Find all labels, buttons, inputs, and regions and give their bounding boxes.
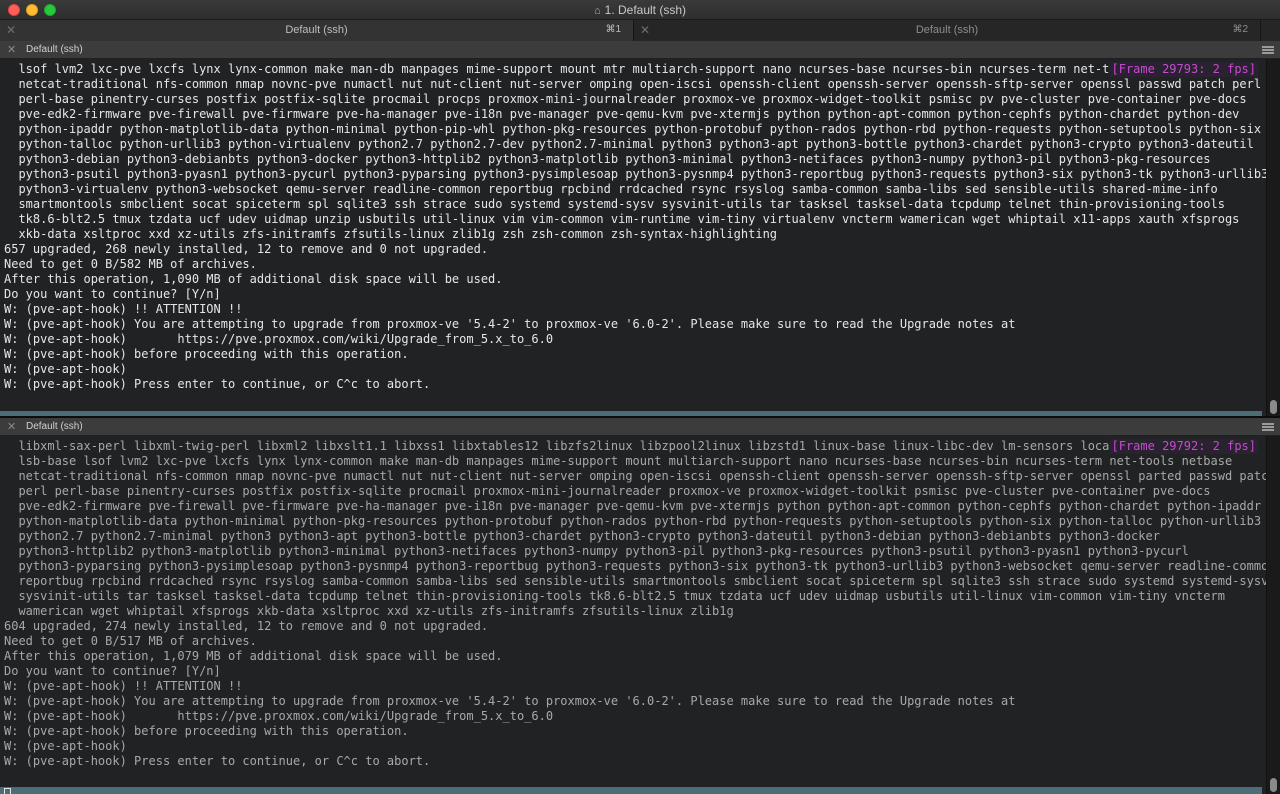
terminal-line: python-ipaddr python-matplotlib-data pyt… xyxy=(4,122,1262,136)
tab-shortcut: ⌘2 xyxy=(1232,24,1248,35)
scrollbar-thumb[interactable] xyxy=(1270,778,1277,792)
tab-bar-spacer xyxy=(1260,20,1280,41)
terminal-line: W: (pve-apt-hook) https://pve.proxmox.co… xyxy=(4,332,554,346)
terminal-line: lsof lvm2 lxc-pve lxcfs lynx lynx-common… xyxy=(4,62,1132,76)
terminal-line: python2.7 python2.7-minimal python3 pyth… xyxy=(4,529,1160,543)
terminal-line: W: (pve-apt-hook) before proceeding with… xyxy=(4,724,409,738)
terminal-line: W: (pve-apt-hook) !! ATTENTION !! xyxy=(4,302,243,316)
terminal-line: tk8.6-blt2.5 tmux tzdata ucf udev uidmap… xyxy=(4,212,1240,226)
session-pane-bottom[interactable]: ✕ Default (ssh) libxml-sax-perl libxml-t… xyxy=(0,418,1280,794)
terminal-line: python3-virtualenv python3-websocket qem… xyxy=(4,182,1218,196)
terminal-line: wamerican wget whiptail xfsprogs xkb-dat… xyxy=(4,604,734,618)
home-icon: ⌂ xyxy=(593,5,601,17)
terminal-line: W: (pve-apt-hook) You are attempting to … xyxy=(4,317,1016,331)
terminal-lines: libxml-sax-perl libxml-twig-perl libxml2… xyxy=(4,439,1266,769)
terminal-line: W: (pve-apt-hook) xyxy=(4,739,127,753)
terminal-line: W: (pve-apt-hook) You are attempting to … xyxy=(4,694,1016,708)
frame-rate-badge: [Frame 29792: 2 fps] xyxy=(1109,439,1258,454)
terminal-line: python3-httplib2 python3-matplotlib pyth… xyxy=(4,544,1189,558)
window-title: ⌂ 1. Default (ssh) xyxy=(0,3,1280,17)
terminal-line: 657 upgraded, 268 newly installed, 12 to… xyxy=(4,242,489,256)
terminal-line: Need to get 0 B/517 MB of archives. xyxy=(4,634,257,648)
terminal-output[interactable]: lsof lvm2 lxc-pve lxcfs lynx lynx-common… xyxy=(0,59,1266,416)
terminal-lines: lsof lvm2 lxc-pve lxcfs lynx lynx-common… xyxy=(4,62,1266,392)
terminal-line: python-talloc python-urllib3 python-virt… xyxy=(4,137,1254,151)
frame-rate-badge: [Frame 29793: 2 fps] xyxy=(1109,62,1258,77)
terminal-line: pve-edk2-firmware pve-firewall pve-firmw… xyxy=(4,499,1262,513)
terminal-line: Do you want to continue? [Y/n] xyxy=(4,287,221,301)
terminal-line: W: (pve-apt-hook) before proceeding with… xyxy=(4,347,409,361)
terminal-line: netcat-traditional nfs-common nmap novnc… xyxy=(4,469,1266,483)
session-header: ✕ Default (ssh) xyxy=(0,418,1280,436)
cursor-line xyxy=(0,787,1262,794)
session-pane-top[interactable]: ✕ Default (ssh) lsof lvm2 lxc-pve lxcfs … xyxy=(0,41,1280,416)
tab-label: Default (ssh) xyxy=(915,24,979,36)
tab-shortcut: ⌘1 xyxy=(605,24,621,35)
session-title: Default (ssh) xyxy=(26,44,83,55)
tab-bar: ✕ Default (ssh) ⌘1 ✕ Default (ssh) ⌘2 xyxy=(0,20,1280,41)
terminal-line: After this operation, 1,090 MB of additi… xyxy=(4,272,503,286)
terminal-line: perl perl-base pinentry-curses postfix p… xyxy=(4,484,1211,498)
tab-label: Default (ssh) xyxy=(285,24,348,36)
terminal-line: W: (pve-apt-hook) https://pve.proxmox.co… xyxy=(4,709,554,723)
terminal-line: lsb-base lsof lvm2 lxc-pve lxcfs lynx ly… xyxy=(4,454,1233,468)
terminal-line: python3-psutil python3-pyasn1 python3-py… xyxy=(4,167,1266,181)
terminal-line: python3-pyparsing python3-pysimplesoap p… xyxy=(4,559,1266,573)
terminal-line: libxml-sax-perl libxml-twig-perl libxml2… xyxy=(4,439,1132,453)
terminal-line: xkb-data xsltproc xxd xz-utils zfs-initr… xyxy=(4,227,778,241)
session-title: Default (ssh) xyxy=(26,421,83,432)
terminal-line: W: (pve-apt-hook) Press enter to continu… xyxy=(4,377,431,391)
terminal-line: python3-debian python3-debianbts python3… xyxy=(4,152,1211,166)
window-titlebar: ⌂ 1. Default (ssh) xyxy=(0,0,1280,20)
session-menu-icon[interactable] xyxy=(1262,423,1274,431)
tab-1[interactable]: ✕ Default (ssh) ⌘1 xyxy=(0,20,633,41)
terminal-line: W: (pve-apt-hook) xyxy=(4,362,127,376)
terminal-line: perl-base pinentry-curses postfix postfi… xyxy=(4,92,1247,106)
window-title-text: 1. Default (ssh) xyxy=(604,3,687,17)
terminal-line: After this operation, 1,079 MB of additi… xyxy=(4,649,503,663)
terminal-line: 604 upgraded, 274 newly installed, 12 to… xyxy=(4,619,489,633)
tab-2[interactable]: ✕ Default (ssh) ⌘2 xyxy=(633,20,1260,41)
terminal-line: W: (pve-apt-hook) !! ATTENTION !! xyxy=(4,679,243,693)
session-close-icon[interactable]: ✕ xyxy=(7,420,16,433)
terminal-line: sysvinit-utils tar tasksel tasksel-data … xyxy=(4,589,1225,603)
scrollbar-thumb[interactable] xyxy=(1270,400,1277,414)
terminal-line: smartmontools smbclient socat spiceterm … xyxy=(4,197,1225,211)
scrollbar[interactable] xyxy=(1266,436,1280,794)
terminal-line: python-matplotlib-data python-minimal py… xyxy=(4,514,1262,528)
session-menu-icon[interactable] xyxy=(1262,46,1274,54)
scrollbar[interactable] xyxy=(1266,59,1280,416)
terminal-line: netcat-traditional nfs-common nmap novnc… xyxy=(4,77,1262,91)
session-close-icon[interactable]: ✕ xyxy=(7,43,16,56)
terminal-line: Do you want to continue? [Y/n] xyxy=(4,664,221,678)
terminal-line: W: (pve-apt-hook) Press enter to continu… xyxy=(4,754,431,768)
terminal-output[interactable]: libxml-sax-perl libxml-twig-perl libxml2… xyxy=(0,436,1266,794)
terminal-line: pve-edk2-firmware pve-firewall pve-firmw… xyxy=(4,107,1240,121)
terminal-line: reportbug rpcbind rrdcached rsync rsyslo… xyxy=(4,574,1266,588)
text-cursor xyxy=(4,788,11,794)
session-header: ✕ Default (ssh) xyxy=(0,41,1280,59)
terminal-line: Need to get 0 B/582 MB of archives. xyxy=(4,257,257,271)
